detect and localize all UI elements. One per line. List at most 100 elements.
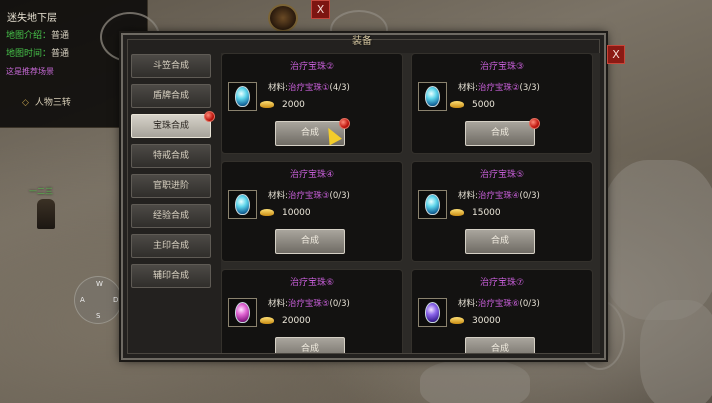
gem-icon xyxy=(425,86,440,107)
material-line: 材料:治疗宝珠④(0/3) xyxy=(458,189,540,201)
combine-button[interactable]: 合成 xyxy=(465,118,540,146)
tri-button[interactable]: ◇ 人物三转 xyxy=(22,95,71,108)
item-slot[interactable] xyxy=(228,190,257,219)
joystick-up: W xyxy=(96,280,103,288)
map-time-value: 普通 xyxy=(51,49,70,59)
gold-cost: 30000 xyxy=(450,316,501,326)
recipe-name: 治疗宝珠② xyxy=(289,62,335,72)
category-button-label: 官职进阶 xyxy=(152,181,189,191)
combine-button-label: 合成 xyxy=(490,344,509,353)
dialog-close-button[interactable]: X xyxy=(607,45,625,64)
joystick-right: D xyxy=(113,296,119,304)
category-button[interactable]: 主印合成 xyxy=(131,234,211,258)
joystick-left: A xyxy=(80,296,85,304)
gem-icon xyxy=(235,86,250,107)
gold-ingot-icon xyxy=(260,317,274,324)
gold-cost: 10000 xyxy=(260,208,311,218)
close-panel-button[interactable]: X xyxy=(311,0,330,19)
map-time-label: 地图时间： xyxy=(6,49,52,59)
item-slot[interactable] xyxy=(418,298,447,327)
category-list: 斗笠合成盾牌合成宝珠合成特戒合成官职进阶经验合成主印合成辅印合成 xyxy=(131,54,215,294)
material-count: (0/3) xyxy=(519,299,540,309)
recipe-name: 治疗宝珠⑥ xyxy=(289,278,335,288)
gold-cost: 2000 xyxy=(260,100,305,110)
recipe-name: 治疗宝珠④ xyxy=(289,170,335,180)
notification-dot-icon xyxy=(339,118,350,129)
material-count: (0/3) xyxy=(519,191,540,201)
map-intro-value: 普通 xyxy=(51,31,70,41)
material-label: 材料: xyxy=(458,299,478,309)
map-intro-label: 地图介绍： xyxy=(6,31,52,41)
material-line: 材料:治疗宝珠①(4/3) xyxy=(268,81,350,93)
gold-amount: 20000 xyxy=(282,316,311,326)
gold-amount: 15000 xyxy=(472,208,501,218)
map-intro-row: 地图介绍：普通 xyxy=(6,28,69,41)
category-button-label: 盾牌合成 xyxy=(152,91,189,101)
category-button[interactable]: 特戒合成 xyxy=(131,144,211,168)
combine-button-label: 合成 xyxy=(300,128,319,138)
gold-cost: 15000 xyxy=(450,208,501,218)
material-name: 治疗宝珠⑤ xyxy=(287,299,330,309)
category-button-label: 斗笠合成 xyxy=(152,61,189,71)
gold-ingot-icon xyxy=(450,317,464,324)
material-label: 材料: xyxy=(458,191,478,201)
combine-button-label: 合成 xyxy=(300,344,319,353)
dialog-title: 装备 xyxy=(352,36,372,47)
material-label: 材料: xyxy=(458,83,478,93)
category-button[interactable]: 官职进阶 xyxy=(131,174,211,198)
combine-button-label: 合成 xyxy=(300,236,319,246)
map-time-row: 地图时间：普通 xyxy=(6,46,69,59)
material-name: 治疗宝珠③ xyxy=(287,191,330,201)
category-button[interactable]: 经验合成 xyxy=(131,204,211,228)
gold-ingot-icon xyxy=(260,209,274,216)
diamond-icon: ◇ xyxy=(22,98,29,108)
gold-cost: 5000 xyxy=(450,100,495,110)
category-button[interactable]: 盾牌合成 xyxy=(131,84,211,108)
item-slot[interactable] xyxy=(228,82,257,111)
material-label: 材料: xyxy=(268,83,288,93)
combine-button[interactable]: 合成 xyxy=(465,229,535,254)
joystick[interactable]: W A D S xyxy=(74,276,122,324)
gem-icon xyxy=(235,194,250,215)
recipe-card: 治疗宝珠③ 材料:治疗宝珠②(3/3) 5000 合成 xyxy=(411,53,593,154)
gold-amount: 2000 xyxy=(282,100,305,110)
category-button[interactable]: 宝珠合成 xyxy=(131,111,215,138)
player-name: 一二三 xyxy=(29,187,53,196)
material-name: 治疗宝珠① xyxy=(287,83,330,93)
item-slot[interactable] xyxy=(228,298,257,327)
category-button-label: 经验合成 xyxy=(152,211,189,221)
category-button[interactable]: 辅印合成 xyxy=(131,264,211,288)
tri-button-label: 人物三转 xyxy=(34,98,71,108)
gold-cost: 20000 xyxy=(260,316,311,326)
category-button-label: 宝珠合成 xyxy=(152,121,189,131)
category-button[interactable]: 斗笠合成 xyxy=(131,54,211,78)
gold-ingot-icon xyxy=(450,101,464,108)
combine-button[interactable]: 合成 xyxy=(275,229,345,254)
item-slot[interactable] xyxy=(418,190,447,219)
gem-icon xyxy=(425,194,440,215)
material-count: (0/3) xyxy=(329,299,350,309)
recipe-card: 治疗宝珠⑦ 材料:治疗宝珠⑥(0/3) 30000 合成 xyxy=(411,269,593,353)
combine-button[interactable]: 合成 xyxy=(275,337,345,353)
material-line: 材料:治疗宝珠⑤(0/3) xyxy=(268,297,350,309)
emblem-icon[interactable] xyxy=(268,4,298,32)
material-count: (0/3) xyxy=(329,191,350,201)
player-character[interactable]: 一二三 xyxy=(29,186,55,229)
category-button-label: 特戒合成 xyxy=(152,151,189,161)
material-name: 治疗宝珠④ xyxy=(477,191,520,201)
item-slot[interactable] xyxy=(418,82,447,111)
material-name: 治疗宝珠⑥ xyxy=(477,299,520,309)
notification-dot-icon xyxy=(529,118,540,129)
combine-button[interactable]: 合成 xyxy=(465,337,535,353)
gem-icon xyxy=(235,302,250,323)
combine-button-label: 合成 xyxy=(490,128,509,138)
combine-button-label: 合成 xyxy=(490,236,509,246)
material-label: 材料: xyxy=(268,191,288,201)
recipe-card: 治疗宝珠⑤ 材料:治疗宝珠④(0/3) 15000 合成 xyxy=(411,161,593,262)
recipe-card: 治疗宝珠⑥ 材料:治疗宝珠⑤(0/3) 20000 合成 xyxy=(221,269,403,353)
gold-ingot-icon xyxy=(260,101,274,108)
material-line: 材料:治疗宝珠③(0/3) xyxy=(268,189,350,201)
gold-ingot-icon xyxy=(450,209,464,216)
map-name: 迷失地下层 xyxy=(7,13,57,24)
category-button-label: 主印合成 xyxy=(152,241,189,251)
